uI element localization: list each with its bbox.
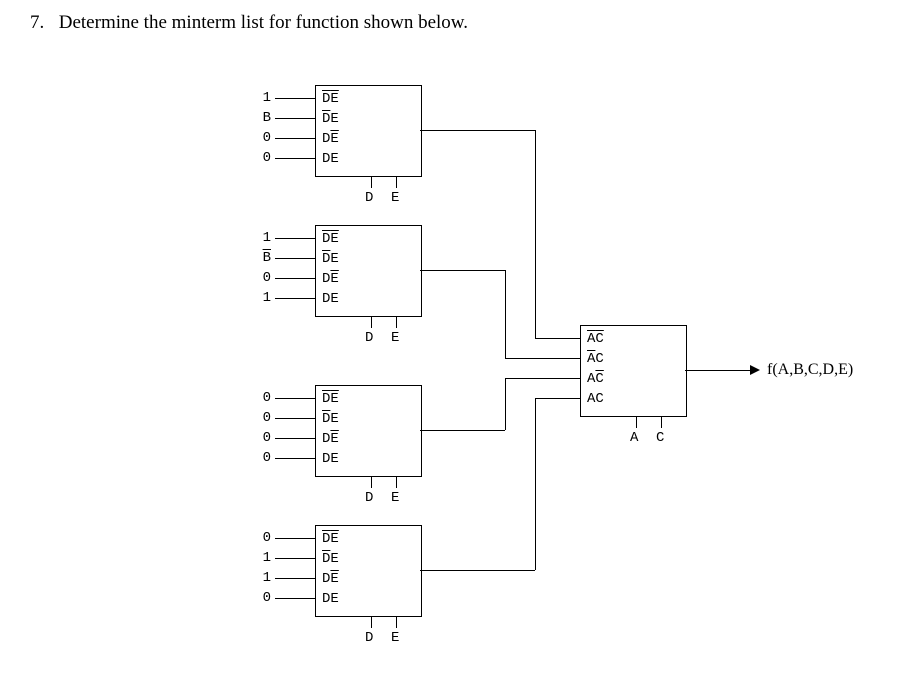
wire-2-h2 (505, 378, 580, 379)
muxr-sel-a: A (630, 430, 638, 446)
mux3-row0: DE (322, 529, 339, 549)
mux2-sel-e-stub (396, 476, 397, 488)
mux2-in2: 0 (263, 430, 271, 446)
mux2-row2: DE (322, 429, 339, 449)
mux3-row2: DE (322, 569, 339, 589)
mux1-row3: DE (322, 289, 339, 309)
mux-de-2: DE DE DE DE D E (315, 385, 422, 477)
muxr-row3: AC (587, 389, 604, 409)
wire-2-h1 (420, 430, 505, 431)
muxr-sel-a-stub (636, 416, 637, 428)
wire-2-v (505, 378, 506, 430)
mux3-sel-e: E (391, 630, 399, 646)
mux1-in0: 1 (263, 230, 271, 246)
wire-3-h2 (535, 398, 580, 399)
mux1-sel-e-stub (396, 316, 397, 328)
mux3-row1: DE (322, 549, 339, 569)
wire-0-v (535, 130, 536, 338)
question-number: 7. (30, 12, 54, 34)
wire-1-v (505, 270, 506, 358)
mux-de-3: DE DE DE DE D E (315, 525, 422, 617)
wire-0-h2 (535, 338, 580, 339)
mux0-sel-d-stub (371, 176, 372, 188)
mux1-sel-d: D (365, 330, 373, 346)
wire-out (685, 370, 750, 371)
mux0-in2: 0 (263, 130, 271, 146)
mux-ac: AC AC AC AC A C (580, 325, 687, 417)
mux1-sel-d-stub (371, 316, 372, 328)
mux3-sel-d-stub (371, 616, 372, 628)
mux0-row0: DE (322, 89, 339, 109)
wire-0-h1 (420, 130, 535, 131)
mux2-sel-d-stub (371, 476, 372, 488)
mux1-in3: 1 (263, 290, 271, 306)
muxr-row1: AC (587, 349, 604, 369)
question-body: Determine the minterm list for function … (59, 12, 468, 33)
mux0-row3: DE (322, 149, 339, 169)
mux1-in2: 0 (263, 270, 271, 286)
wire-3-v (535, 398, 536, 570)
mux2-row1: DE (322, 409, 339, 429)
mux0-row2: DE (322, 129, 339, 149)
mux2-sel-d: D (365, 490, 373, 506)
mux0-sel-e-stub (396, 176, 397, 188)
mux0-sel-d: D (365, 190, 373, 206)
mux0-row1: DE (322, 109, 339, 129)
muxr-row0: AC (587, 329, 604, 349)
muxr-row2: AC (587, 369, 604, 389)
wire-1-h1 (420, 270, 505, 271)
question-text: 7. Determine the minterm list for functi… (30, 12, 468, 34)
mux1-sel-e: E (391, 330, 399, 346)
mux3-in3: 0 (263, 590, 271, 606)
mux3-in1: 1 (263, 550, 271, 566)
mux3-sel-e-stub (396, 616, 397, 628)
wire-3-h1 (420, 570, 535, 571)
mux2-row0: DE (322, 389, 339, 409)
mux0-sel-e: E (391, 190, 399, 206)
mux1-row0: DE (322, 229, 339, 249)
muxr-sel-c: C (656, 430, 664, 446)
mux0-in1: B (263, 110, 271, 126)
mux2-in0: 0 (263, 390, 271, 406)
muxr-sel-c-stub (661, 416, 662, 428)
mux3-in0: 0 (263, 530, 271, 546)
mux3-in2: 1 (263, 570, 271, 586)
mux3-row3: DE (322, 589, 339, 609)
mux2-in3: 0 (263, 450, 271, 466)
mux0-in3: 0 (263, 150, 271, 166)
mux1-row2: DE (322, 269, 339, 289)
arrowhead-icon (750, 365, 760, 375)
mux-de-0: DE DE DE DE D E (315, 85, 422, 177)
output-label: f(A,B,C,D,E) (767, 361, 853, 379)
wire-1-h2 (505, 358, 580, 359)
mux-de-1: DE DE DE DE D E (315, 225, 422, 317)
mux0-in0: 1 (263, 90, 271, 106)
mux2-sel-e: E (391, 490, 399, 506)
mux1-in1: B (263, 250, 271, 266)
mux2-row3: DE (322, 449, 339, 469)
circuit-diagram: DE DE DE DE D E 1 B 0 0 DE DE DE DE D E … (235, 85, 895, 675)
mux3-sel-d: D (365, 630, 373, 646)
mux2-in1: 0 (263, 410, 271, 426)
mux1-row1: DE (322, 249, 339, 269)
